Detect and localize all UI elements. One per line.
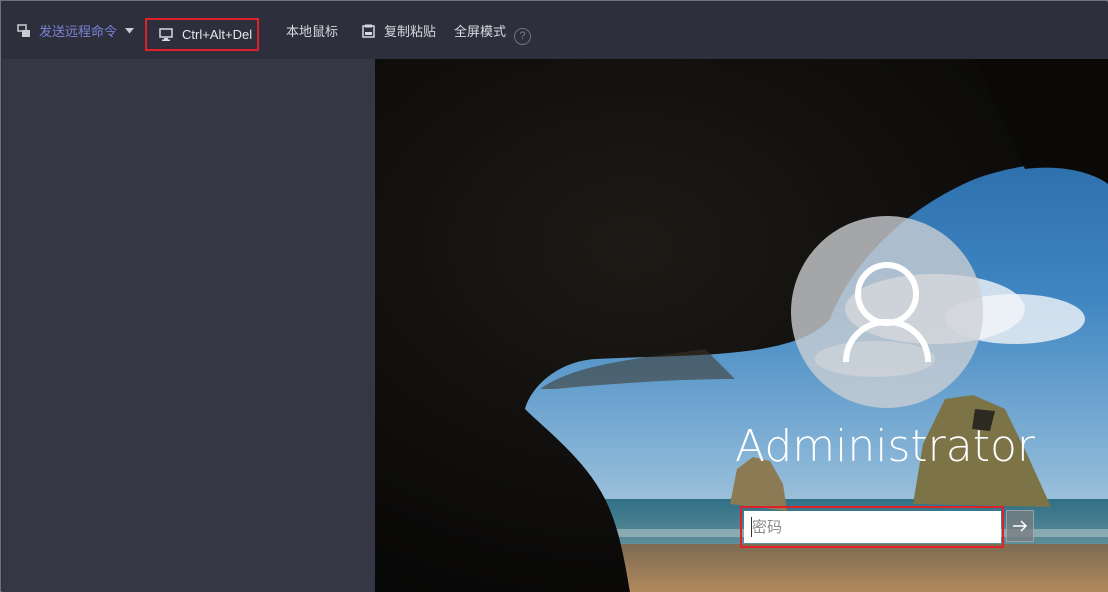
fullscreen-label: 全屏模式 — [454, 24, 507, 39]
ctrl-alt-del-button[interactable]: Ctrl+Alt+Del — [145, 18, 259, 51]
arrow-right-icon — [1013, 520, 1028, 532]
copy-paste-button[interactable]: 复制粘贴 — [362, 2, 436, 59]
local-mouse-label: 本地鼠标 — [286, 24, 339, 39]
caret-down-icon — [125, 27, 135, 33]
clipboard-icon — [362, 24, 375, 38]
password-input[interactable] — [744, 511, 1001, 543]
submit-arrow-button[interactable] — [1006, 510, 1034, 542]
remote-screen[interactable]: Administrator — [375, 59, 1108, 592]
user-icon — [843, 262, 931, 363]
copy-paste-label: 复制粘贴 — [384, 24, 437, 39]
toolbar: 发送远程命令 Ctrl+Alt+Del 本地鼠标 复制粘贴 全屏模式 ? — [2, 2, 1108, 59]
username-label: Administrator — [735, 421, 1035, 472]
password-highlight — [740, 506, 1004, 548]
user-avatar — [791, 216, 983, 408]
console-window: 发送远程命令 Ctrl+Alt+Del 本地鼠标 复制粘贴 全屏模式 ? Adm… — [0, 0, 1108, 592]
text-cursor — [751, 517, 752, 537]
command-icon — [17, 23, 30, 37]
send-remote-command-label: 发送远程命令 — [39, 24, 118, 39]
ctrl-alt-del-label: Ctrl+Alt+Del — [182, 27, 253, 42]
fullscreen-button[interactable]: 全屏模式 — [454, 2, 506, 59]
help-icon[interactable]: ? — [514, 28, 531, 45]
side-panel — [2, 59, 375, 592]
monitor-icon — [159, 28, 173, 41]
local-mouse-button[interactable]: 本地鼠标 — [286, 2, 338, 59]
send-remote-command-dropdown[interactable]: 发送远程命令 — [17, 2, 135, 59]
